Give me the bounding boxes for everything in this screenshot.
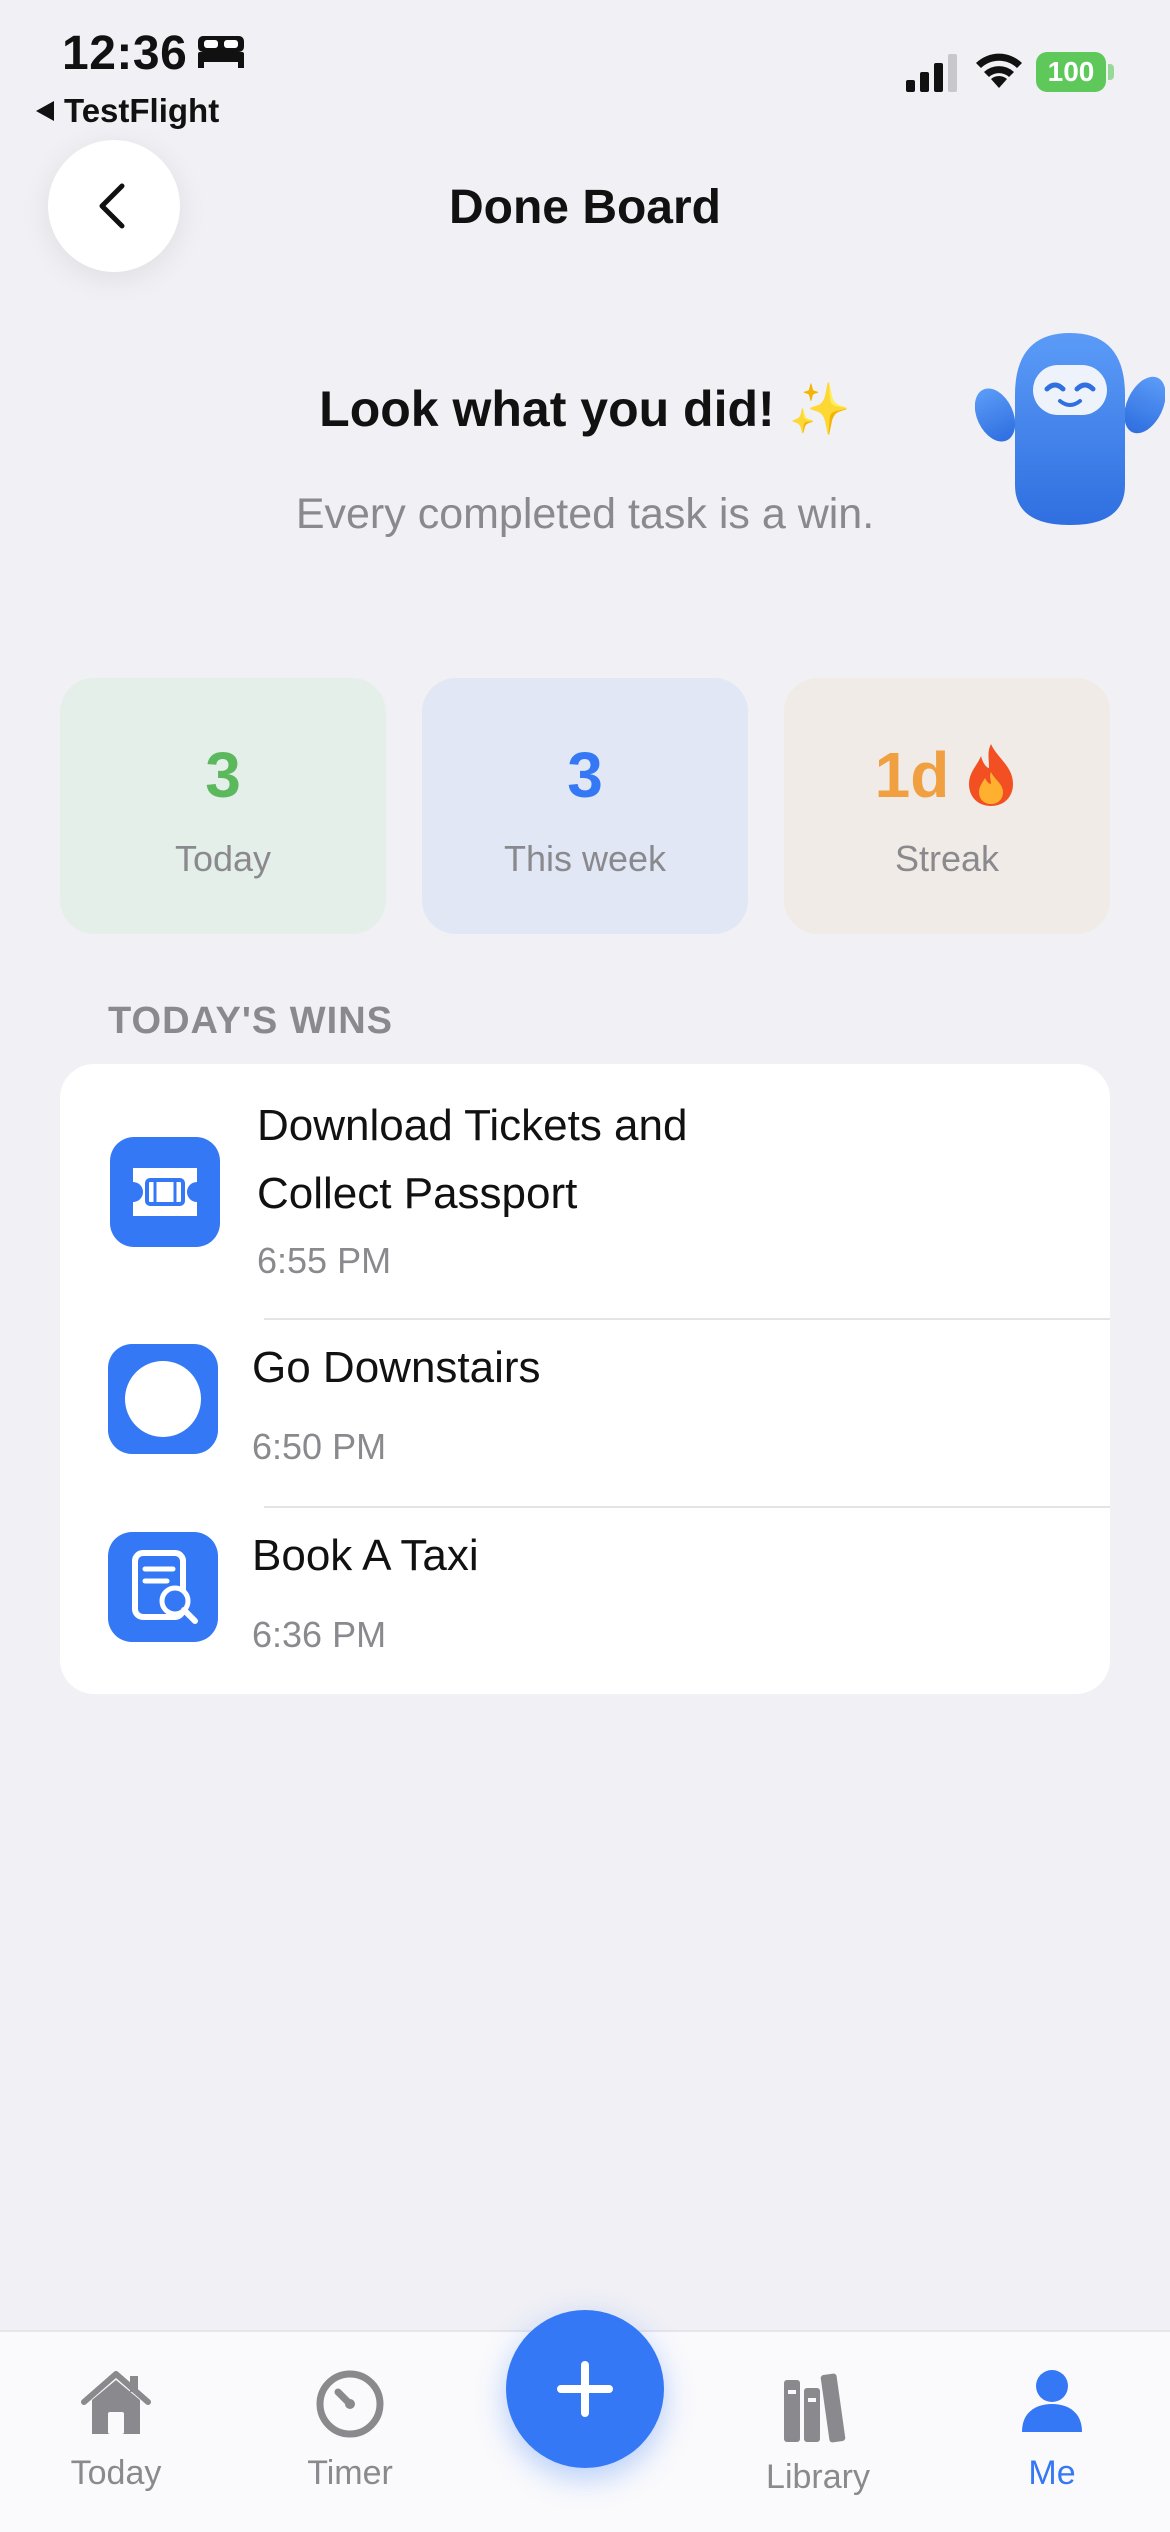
stat-card-week: 3 This week (422, 678, 748, 934)
status-time: 12:36 (62, 27, 188, 80)
tab-timer-label: Timer (307, 2454, 393, 2492)
list-item[interactable]: Book A Taxi 6:36 PM (60, 1508, 1110, 1694)
tab-library[interactable]: Library (738, 2366, 898, 2497)
tab-today[interactable]: Today (36, 2362, 196, 2493)
stat-card-today: 3 Today (60, 678, 386, 934)
list-item[interactable]: Go Downstairs 6:50 PM (60, 1320, 1110, 1508)
win-time: 6:36 PM (252, 1614, 387, 1655)
cellular-signal-icon (906, 54, 957, 92)
tab-library-label: Library (766, 2458, 870, 2496)
person-icon (1022, 2370, 1082, 2432)
list-item[interactable]: Download Tickets and Collect Passport 6:… (60, 1064, 1110, 1320)
done-board-screen: 12:36 TestFlight 100 Done Board Look wha… (0, 0, 1170, 2532)
stat-week-value: 3 (567, 739, 603, 811)
wins-list: Download Tickets and Collect Passport 6:… (60, 1064, 1110, 1694)
battery-level: 100 (1036, 52, 1106, 92)
back-app-label: TestFlight (64, 92, 220, 129)
stat-card-streak: 1d Streak (784, 678, 1110, 934)
tab-me-label: Me (1028, 2454, 1076, 2492)
win-title-line2: Collect Passport (257, 1169, 578, 1218)
back-to-app-link[interactable]: TestFlight (36, 92, 219, 130)
stat-streak-row: 1d (875, 738, 1020, 812)
page-title: Done Board (448, 181, 721, 234)
books-icon (784, 2373, 846, 2443)
tab-timer[interactable]: Timer (270, 2362, 430, 2493)
flame-icon (969, 744, 1014, 806)
document-search-icon (108, 1532, 218, 1642)
win-title: Book A Taxi (252, 1531, 479, 1580)
win-title: Go Downstairs (252, 1343, 541, 1392)
stat-streak-label: Streak (894, 838, 1000, 879)
wifi-icon (976, 53, 1022, 88)
add-task-button[interactable] (506, 2310, 664, 2468)
mascot-icon (975, 333, 1165, 525)
stat-today-label: Today (174, 838, 272, 879)
circle-icon (108, 1344, 218, 1454)
stat-today-value: 3 (205, 739, 241, 811)
win-time: 6:55 PM (257, 1240, 392, 1281)
win-title-line1: Download Tickets and (257, 1101, 688, 1150)
win-time: 6:50 PM (252, 1426, 387, 1467)
stat-streak-value: 1d (874, 739, 950, 811)
tab-me[interactable]: Me (972, 2362, 1132, 2493)
ticket-icon (110, 1137, 220, 1247)
tab-today-label: Today (70, 2454, 162, 2492)
battery-indicator: 100 (1036, 52, 1114, 92)
stat-week-label: This week (503, 838, 667, 879)
home-icon (81, 2371, 151, 2434)
back-triangle-icon (36, 101, 54, 121)
timer-icon (316, 2370, 384, 2438)
plus-icon (557, 2361, 613, 2417)
bed-icon (198, 36, 244, 68)
section-label: TODAY'S WINS (108, 1000, 393, 1042)
